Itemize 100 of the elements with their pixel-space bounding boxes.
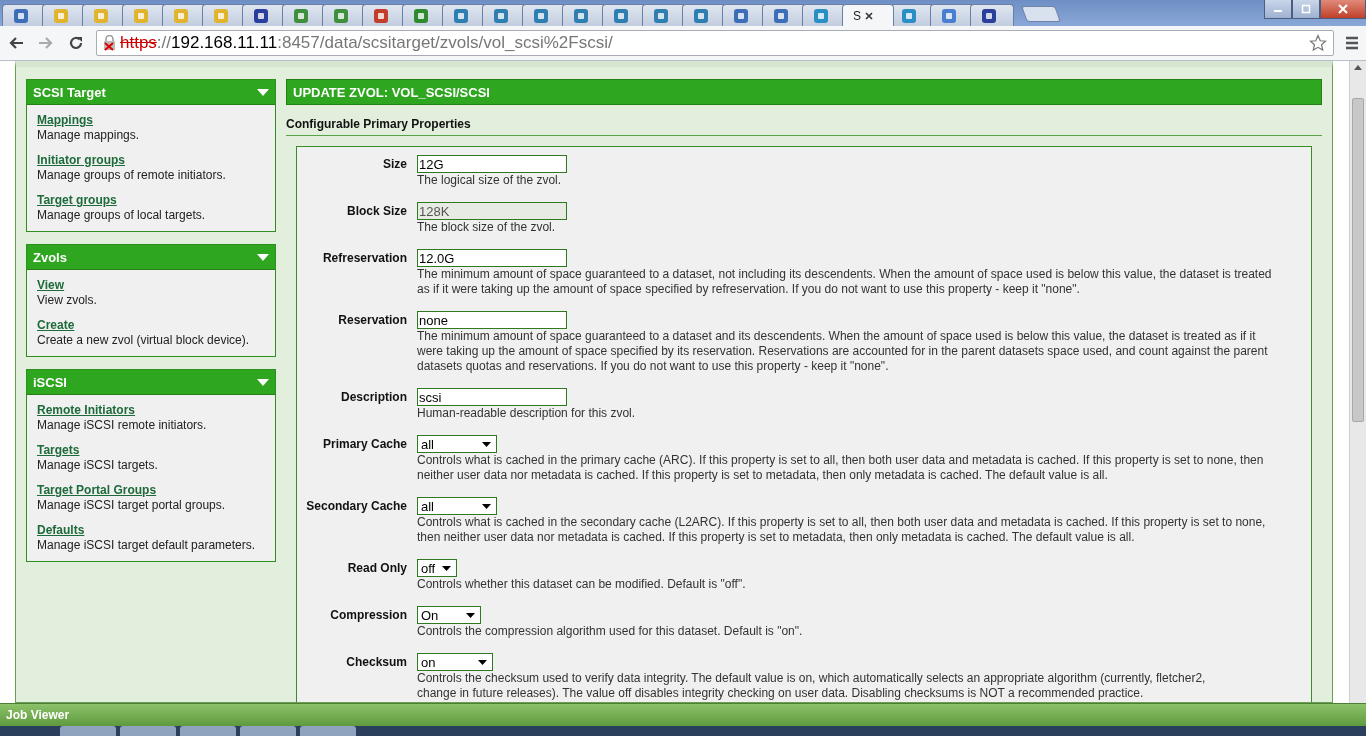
caret-icon xyxy=(482,503,491,509)
link-description: Manage iSCSI remote initiators. xyxy=(37,418,208,433)
help-text: change in future releases). The value off disables integrity checking on user data. Disabling checksums is NOT a recommended practice. xyxy=(417,686,1145,701)
favicon-icon xyxy=(453,7,469,24)
link-description: Manage iSCSI target portal groups. xyxy=(37,498,227,513)
panel-header[interactable]: iSCSI xyxy=(27,370,275,395)
sidebar-link[interactable]: Create xyxy=(37,318,75,333)
field-label: Block Size xyxy=(345,203,407,220)
link-description: Manage iSCSI targets. xyxy=(37,458,159,473)
link-description: Manage groups of local targets. xyxy=(37,208,207,223)
link-description: Create a new zvol (virtual block device). xyxy=(37,333,251,348)
browser-tab[interactable]: S xyxy=(842,4,894,26)
collapse-caret-icon[interactable] xyxy=(257,253,269,261)
collapse-caret-icon[interactable] xyxy=(257,378,269,386)
page-title: UPDATE ZVOL: VOL_SCSI/SCSI xyxy=(286,79,1322,105)
favicon-icon xyxy=(693,7,709,24)
favicon-icon xyxy=(573,7,589,24)
browser-tab[interactable] xyxy=(970,4,1014,26)
favicon-icon xyxy=(773,7,789,24)
favicon-icon xyxy=(733,7,749,24)
caret-icon xyxy=(442,565,451,571)
insecure-lock-icon xyxy=(103,35,117,51)
field-label: Checksum xyxy=(345,654,407,671)
help-text: Controls the checksum used to verify data integrity. The default value is on, which automatically selects an appropriate algorithm (currently, fletcher2, xyxy=(417,671,1206,686)
help-text: Human-readable description for this zvol. xyxy=(417,406,636,421)
field-label: Size xyxy=(382,156,407,173)
scroll-up-icon[interactable] xyxy=(1354,65,1362,70)
favicon-icon xyxy=(941,7,957,24)
maximize-icon xyxy=(1301,4,1311,14)
caret-icon xyxy=(478,659,487,665)
favicon-icon xyxy=(53,7,69,24)
panel-header[interactable]: SCSI Target xyxy=(27,80,275,105)
panel-title: Zvols xyxy=(33,249,67,265)
sidebar-link[interactable]: Defaults xyxy=(37,523,85,538)
text-field[interactable]: 12G xyxy=(417,155,567,173)
link-description: Manage iSCSI target default parameters. xyxy=(37,538,257,553)
help-text: Controls the compression algorithm used for this dataset. Default is "on". xyxy=(417,624,803,639)
sidebar-link[interactable]: Target Portal Groups xyxy=(37,483,157,498)
dropdown[interactable]: off xyxy=(417,559,457,577)
link-description: View zvols. xyxy=(37,293,98,308)
help-text: Controls what is cached in the secondary cache (L2ARC). If this property is set to all, then both user data and metadata is cached. If this property is set to none, xyxy=(417,515,1266,530)
help-text: The minimum amount of space guaranteed to a dataset and its descendents. When the amount of space used is below this value, the dataset is treated as if it xyxy=(417,329,1257,344)
field-label: Read Only xyxy=(346,560,407,577)
menu-icon[interactable] xyxy=(1344,35,1360,51)
field-label: Reservation xyxy=(337,312,407,329)
sidebar-link[interactable]: Initiator groups xyxy=(37,153,125,168)
scroll-thumb[interactable] xyxy=(1352,98,1364,422)
link-description: Manage mappings. xyxy=(37,128,141,143)
help-text: The minimum amount of space guaranteed to a dataset, not including its descendents. When the amount of space used is below this value, the dataset is treated xyxy=(417,267,1272,282)
minimize-button[interactable] xyxy=(1264,0,1292,19)
sidebar-link[interactable]: Targets xyxy=(37,443,80,458)
address-field[interactable]: https://192.168.11.11:8457/data/scsitarget/zvols/vol_scsi%2Fscsi/ xyxy=(96,30,1334,56)
caret-icon xyxy=(466,612,475,618)
favicon-icon xyxy=(93,7,109,24)
panel-title: iSCSI xyxy=(33,374,67,390)
favicon-icon xyxy=(253,7,269,24)
help-text: were taking up the amount of space specified by its reservation. Reservations are accounted for in the parent datasets space used, and count against the parent xyxy=(417,344,1268,359)
dropdown[interactable]: all xyxy=(417,497,497,515)
favicon-icon xyxy=(493,7,509,24)
job-viewer-title: Job Viewer xyxy=(6,708,70,722)
maximize-button[interactable] xyxy=(1292,0,1320,19)
help-text: Controls whether this dataset can be modified. Default is "off". xyxy=(417,577,746,592)
favicon-icon xyxy=(533,7,549,24)
favicon-icon xyxy=(373,7,389,24)
caret-icon xyxy=(482,441,491,447)
sidebar-link[interactable]: Remote Initiators xyxy=(37,403,135,418)
panel-header[interactable]: Zvols xyxy=(27,245,275,270)
sidebar-link[interactable]: View xyxy=(37,278,65,293)
close-icon xyxy=(1338,4,1348,14)
help-text: The block size of the zvol. xyxy=(417,220,557,235)
field-label: Compression xyxy=(329,607,407,624)
favicon-icon xyxy=(213,7,229,24)
help-text: Controls what is cached in the primary cache (ARC). If this property is set to all, then both user data and metadata is cached. If this property is set to none, then xyxy=(417,453,1264,468)
sidebar-link[interactable]: Target groups xyxy=(37,193,117,208)
favicon-icon xyxy=(613,7,629,24)
help-text: then neither user data nor metadata is cached. If this property is set to metadata, then only metadata is cached. The default value is all. xyxy=(417,530,1136,545)
favicon-icon xyxy=(173,7,189,24)
dropdown[interactable]: on xyxy=(417,653,493,671)
section-heading: Configurable Primary Properties xyxy=(286,117,1322,136)
close-button[interactable] xyxy=(1320,0,1366,19)
favicon-icon xyxy=(413,7,429,24)
help-text: The logical size of the zvol. xyxy=(417,173,563,188)
text-field[interactable]: 12.0G xyxy=(417,249,567,267)
favicon-icon xyxy=(133,7,149,24)
dropdown[interactable]: all xyxy=(417,435,497,453)
text-field[interactable]: none xyxy=(417,311,567,329)
panel-title: SCSI Target xyxy=(33,84,106,100)
dropdown[interactable]: On xyxy=(417,606,481,624)
close-icon[interactable] xyxy=(865,11,873,20)
text-field[interactable]: scsi xyxy=(417,388,567,406)
new-tab-button[interactable] xyxy=(1021,6,1061,22)
star-icon[interactable] xyxy=(1309,34,1327,52)
favicon-icon xyxy=(813,7,829,24)
collapse-caret-icon[interactable] xyxy=(257,88,269,96)
sidebar-link[interactable]: Mappings xyxy=(37,113,93,128)
link-description: Manage groups of remote initiators. xyxy=(37,168,227,183)
favicon-icon xyxy=(293,7,309,24)
scrollbar[interactable] xyxy=(1349,61,1366,703)
help-text: datasets quotas and reservations. If you do not want to use this property - keep it "none". xyxy=(417,359,890,374)
favicon-icon xyxy=(653,7,669,24)
